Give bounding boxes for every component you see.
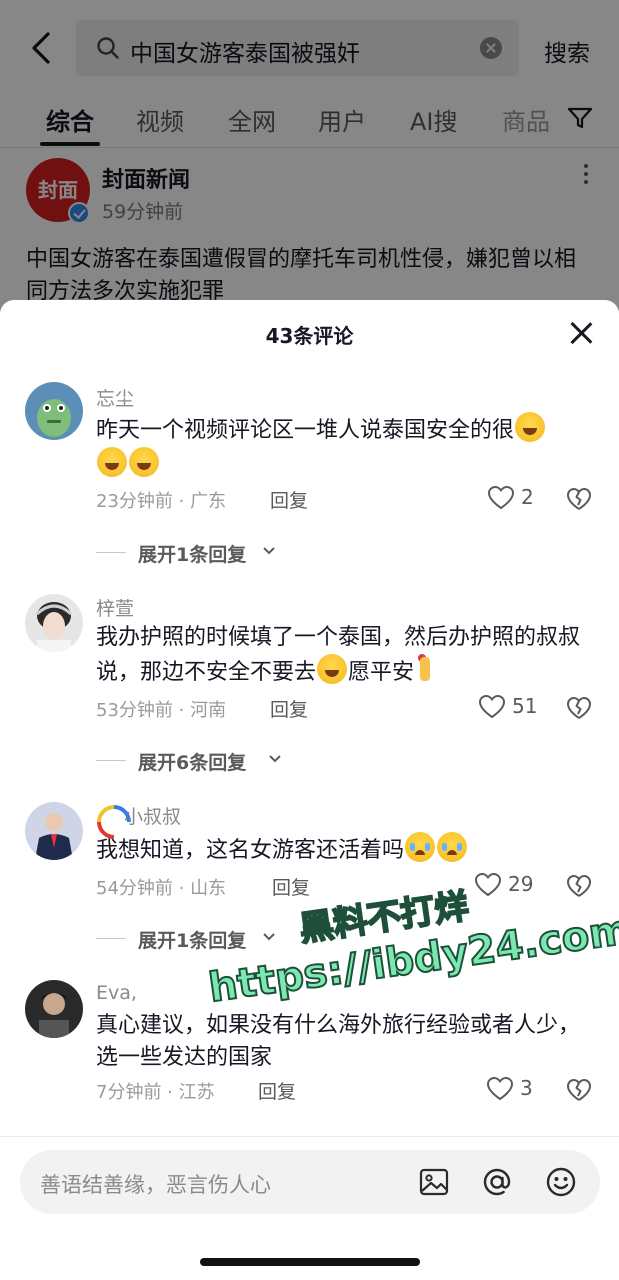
grinning-sweat-emoji-icon xyxy=(515,412,546,442)
broken-heart-icon[interactable] xyxy=(566,695,592,721)
comment-time-location: 53分钟前 · 河南 xyxy=(96,700,227,721)
avatar[interactable] xyxy=(25,594,83,652)
divider-line xyxy=(96,552,126,553)
pleading-face-emoji-icon xyxy=(405,832,436,862)
pleading-face-emoji-icon xyxy=(437,832,468,862)
expand-replies-button[interactable]: 展开1条回复 xyxy=(96,540,296,568)
heart-icon xyxy=(474,872,502,897)
expand-replies-label: 展开6条回复 xyxy=(138,752,247,774)
comment-time-location: 23分钟前 · 广东 xyxy=(96,491,227,512)
like-button[interactable]: 2 xyxy=(487,485,537,513)
reply-button[interactable]: 回复 xyxy=(272,873,310,900)
reply-button[interactable]: 回复 xyxy=(270,695,308,722)
close-icon[interactable] xyxy=(568,320,594,346)
comment-author[interactable]: 梓萱 xyxy=(96,594,134,621)
divider-line xyxy=(96,760,126,761)
rofl-emoji-icon xyxy=(317,654,348,684)
emoji-icon[interactable] xyxy=(545,1166,577,1198)
heart-icon xyxy=(478,694,506,719)
avatar[interactable] xyxy=(25,802,83,860)
chevron-down-icon xyxy=(269,755,281,763)
comment-text[interactable]: 真心建议，如果没有什么海外旅行经验或者人少，选一些发达的国家 xyxy=(96,1010,596,1074)
comment-input[interactable]: 善语结善缘，恶言伤人心 xyxy=(20,1150,600,1214)
comment-author[interactable]: 忘尘 xyxy=(96,384,134,411)
expand-replies-button[interactable]: 展开1条回复 xyxy=(96,926,296,954)
rainbow-emoji-icon xyxy=(97,805,123,825)
like-button[interactable]: 51 xyxy=(478,694,538,722)
broken-heart-icon[interactable] xyxy=(566,486,592,512)
avatar[interactable] xyxy=(25,980,83,1038)
comments-sheet: 43条评论 忘尘 昨天一个视频评论区一堆人说泰国安全的很 23分钟前 · 广东 … xyxy=(0,300,619,1280)
crossed-fingers-emoji-icon xyxy=(415,654,435,684)
comment-author[interactable]: 小叔叔 xyxy=(96,802,181,829)
comment-time-location: 54分钟前 · 山东 xyxy=(96,878,227,899)
expand-replies-label: 展开1条回复 xyxy=(138,544,247,566)
like-button[interactable]: 3 xyxy=(486,1076,536,1104)
comment-text[interactable]: 我办护照的时候填了一个泰国，然后办护照的叔叔说，那边不安全不要去 愿平安 xyxy=(96,622,596,689)
heart-icon xyxy=(486,1076,514,1101)
comment-text[interactable]: 我想知道，这名女游客还活着吗 xyxy=(96,832,596,867)
grinning-sweat-emoji-icon xyxy=(129,447,159,477)
divider-line xyxy=(96,938,126,939)
grinning-sweat-emoji-icon xyxy=(97,447,127,477)
at-mention-icon[interactable] xyxy=(481,1166,513,1198)
comments-count-title: 43条评论 xyxy=(265,324,354,348)
heart-icon xyxy=(487,485,515,510)
reply-button[interactable]: 回复 xyxy=(270,486,308,513)
expand-replies-button[interactable]: 展开6条回复 xyxy=(96,748,296,776)
avatar[interactable] xyxy=(25,382,83,440)
chevron-down-icon xyxy=(263,547,275,555)
input-divider xyxy=(0,1136,619,1137)
like-count: 51 xyxy=(512,694,538,718)
broken-heart-icon[interactable] xyxy=(566,1077,592,1103)
reply-button[interactable]: 回复 xyxy=(258,1077,296,1104)
like-count: 2 xyxy=(521,485,534,509)
home-indicator[interactable] xyxy=(200,1258,420,1266)
comment-input-placeholder: 善语结善缘，恶言伤人心 xyxy=(40,1173,271,1197)
broken-heart-icon[interactable] xyxy=(566,873,592,899)
image-icon[interactable] xyxy=(418,1166,450,1198)
comment-author[interactable]: Eva, xyxy=(96,982,137,1004)
expand-replies-label: 展开1条回复 xyxy=(138,930,247,952)
like-count: 3 xyxy=(520,1076,533,1100)
comment-time-location: 7分钟前 · 江苏 xyxy=(96,1082,215,1103)
like-button[interactable]: 29 xyxy=(474,872,534,900)
like-count: 29 xyxy=(508,872,534,896)
chevron-down-icon xyxy=(263,933,275,941)
comment-text[interactable]: 昨天一个视频评论区一堆人说泰国安全的很 xyxy=(96,412,596,482)
